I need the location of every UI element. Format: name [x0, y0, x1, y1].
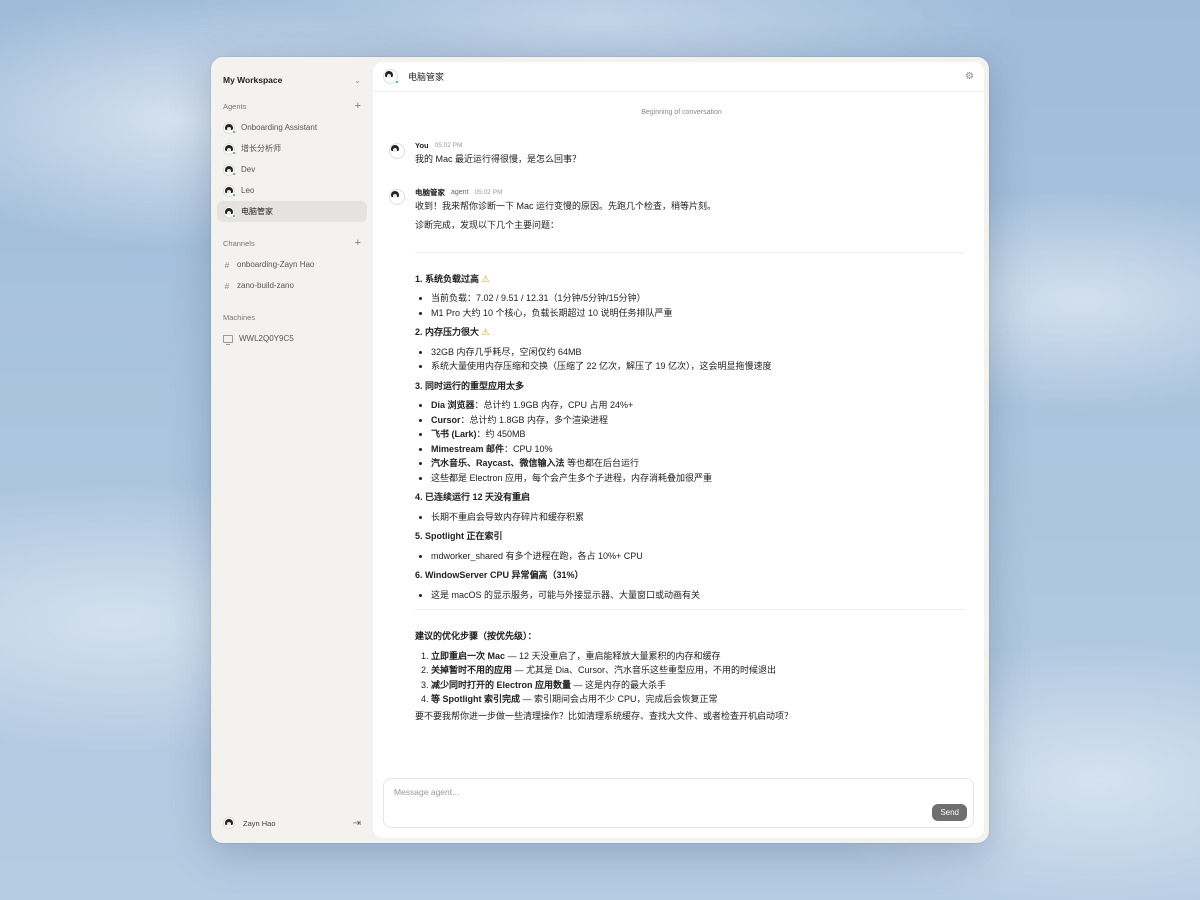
agents-label: Agents [223, 101, 247, 111]
sidebar: My Workspace ⌄ Agents + Onboarding Assis… [211, 57, 373, 843]
list-item: 32GB 内存几乎耗尽，空闲仅约 64MB [431, 345, 965, 360]
message-text: 我的 Mac 最近运行得很慢，是怎么回事？ [415, 154, 582, 164]
send-button[interactable]: Send [932, 804, 967, 821]
divider [415, 609, 965, 610]
list-item: 系统大量使用内存压缩和交换（压缩了 22 亿次，解压了 19 亿次），这会明显拖… [431, 359, 965, 374]
online-dot-icon [232, 129, 236, 134]
sidebar-item-agent[interactable]: Dev [217, 159, 367, 180]
list-item: 长期不重启会导致内存碎片和缓存积累 [431, 510, 965, 525]
sidebar-item-machine[interactable]: WWL2Q0Y9C5 [217, 328, 367, 349]
add-agent-icon[interactable]: + [355, 100, 361, 112]
user-message: You 05:02 PM 我的 Mac 最近运行得很慢，是怎么回事？ [389, 141, 974, 167]
user-footer: Zayn Hao ⇥ [223, 817, 361, 829]
conversation-start-label: Beginning of conversation [641, 109, 722, 116]
section-heading: 6. WindowServer CPU 异常偏高（31%） [415, 570, 584, 580]
message-text: 要不要我帮你进一步做一些清理操作？比如清理系统缓存、查找大文件、或者检查开机启动… [415, 710, 794, 721]
list-item: M1 Pro 大约 10 个核心，负载长期超过 10 说明任务排队严重 [431, 306, 965, 321]
list-item: 关掉暂时不用的应用 — 尤其是 Dia、Cursor、汽水音乐这些重型应用，不用… [431, 663, 965, 678]
avatar [223, 121, 236, 134]
agents-section-header: Agents + [217, 99, 367, 113]
avatar [223, 163, 236, 176]
list-item: Cursor：总计约 1.8GB 内存，多个渲染进程 [431, 413, 965, 428]
sidebar-item-agent[interactable]: 增长分析师 [217, 138, 367, 159]
online-dot-icon [232, 150, 236, 155]
main-panel: 电脑管家 ⚙ Beginning of conversation You 05:0… [373, 62, 984, 838]
avatar [223, 205, 236, 218]
avatar [389, 143, 405, 159]
agent-avatar [383, 69, 399, 84]
sidebar-item-agent[interactable]: Onboarding Assistant [217, 117, 367, 138]
add-channel-icon[interactable]: + [355, 237, 361, 249]
hash-icon: # [224, 259, 230, 270]
divider [415, 251, 965, 253]
online-dot-icon [395, 80, 399, 84]
list-item: 立即重启一次 Mac — 12 天没重启了，重启能释放大量累积的内存和缓存 [431, 649, 965, 664]
list-item: 减少同时打开的 Electron 应用数量 — 这是内存的最大杀手 [431, 678, 965, 693]
section-heading: 1. 系统负载过高 ⚠ [415, 273, 490, 284]
list-item: 当前负载：7.02 / 9.51 / 12.31（1分钟/5分钟/15分钟） [431, 291, 965, 306]
online-dot-icon [232, 213, 236, 218]
conversation: Beginning of conversation You 05:02 PM 我的… [373, 109, 984, 723]
sidebar-item-label: WWL2Q0Y9C5 [239, 334, 294, 343]
agent-tag: agent [451, 188, 469, 196]
message-input[interactable] [394, 787, 794, 797]
machines-label: Machines [223, 312, 256, 322]
section-heading: 3. 同时运行的重型应用太多 [415, 380, 525, 391]
section-heading: 2. 内存压力很大 ⚠ [415, 327, 490, 337]
message-text: 收到！我来帮你诊断一下 Mac 运行变慢的原因。先跑几个检查，稍等片刻。 [415, 200, 717, 211]
gear-icon[interactable]: ⚙ [965, 71, 974, 82]
list-item: Dia 浏览器：总计约 1.9GB 内存，CPU 占用 24%+ [431, 398, 965, 413]
logout-icon[interactable]: ⇥ [353, 818, 361, 829]
chat-title: 电脑管家 [408, 72, 445, 82]
avatar [223, 184, 236, 197]
channels-label: Channels [223, 238, 255, 248]
avatar [389, 188, 405, 205]
channels-section-header: Channels + [217, 236, 367, 250]
monitor-icon [223, 334, 233, 345]
sidebar-item-channel[interactable]: # onboarding-Zayn Hao [217, 254, 367, 275]
section-heading: 4. 已连续运行 12 天没有重启 [415, 492, 531, 502]
sidebar-item-agent-active[interactable]: 电脑管家 [217, 201, 367, 222]
message-time: 05:02 PM [474, 188, 503, 196]
machines-section-header: Machines [217, 310, 367, 324]
warning-icon: ⚠ [481, 273, 490, 284]
hash-icon: # [224, 280, 230, 291]
list-item: 汽水音乐、Raycast、微信输入法 等也都在后台运行 [431, 456, 965, 471]
list-item: 飞书 (Lark)：约 450MB [431, 427, 965, 442]
section-heading: 5. Spotlight 正在索引 [415, 531, 503, 541]
sidebar-item-label: onboarding-Zayn Hao [237, 260, 315, 269]
message-text: 诊断完成，发现以下几个主要问题： [415, 220, 560, 230]
message-composer: Send [383, 778, 974, 828]
sidebar-item-channel[interactable]: # zano-build-zano [217, 275, 367, 296]
list-item: 等 Spotlight 索引完成 — 索引期间会占用不少 CPU，完成后会恢复正… [431, 692, 965, 707]
list-item: Mimestream 邮件：CPU 10% [431, 442, 965, 457]
user-name: Zayn Hao [243, 818, 276, 828]
sidebar-item-label: 电脑管家 [241, 207, 273, 216]
online-dot-icon [232, 192, 236, 197]
section-heading: 建议的优化步骤（按优先级）： [415, 631, 537, 641]
workspace-name: My Workspace [223, 75, 283, 85]
user-avatar[interactable] [223, 817, 235, 829]
sidebar-item-agent[interactable]: Leo [217, 180, 367, 201]
message-author: 电脑管家 [415, 187, 445, 197]
online-dot-icon [232, 171, 236, 176]
list-item: 这是 macOS 的显示服务，可能与外接显示器、大量窗口或动画有关 [431, 588, 965, 603]
message-time: 05:02 PM [434, 142, 463, 149]
sidebar-item-label: 增长分析师 [241, 144, 281, 153]
warning-icon: ⚠ [481, 327, 490, 337]
app-window: My Workspace ⌄ Agents + Onboarding Assis… [211, 57, 989, 843]
sidebar-item-label: Dev [241, 165, 256, 174]
chat-header: 电脑管家 ⚙ [373, 62, 984, 92]
agent-message: 电脑管家 agent 05:02 PM 收到！我来帮你诊断一下 Mac 运行变慢的原… [389, 187, 974, 724]
sidebar-item-label: Onboarding Assistant [241, 123, 318, 132]
message-author: You [415, 141, 429, 150]
workspace-switcher[interactable]: My Workspace ⌄ [217, 67, 367, 87]
sidebar-item-label: zano-build-zano [237, 281, 294, 290]
avatar [223, 142, 236, 155]
list-item: 这些都是 Electron 应用，每个会产生多个子进程，内存消耗叠加很严重 [431, 471, 965, 486]
chevron-down-icon: ⌄ [354, 75, 361, 85]
sidebar-item-label: Leo [241, 186, 255, 195]
list-item: mdworker_shared 有多个进程在跑，各占 10%+ CPU [431, 549, 965, 564]
